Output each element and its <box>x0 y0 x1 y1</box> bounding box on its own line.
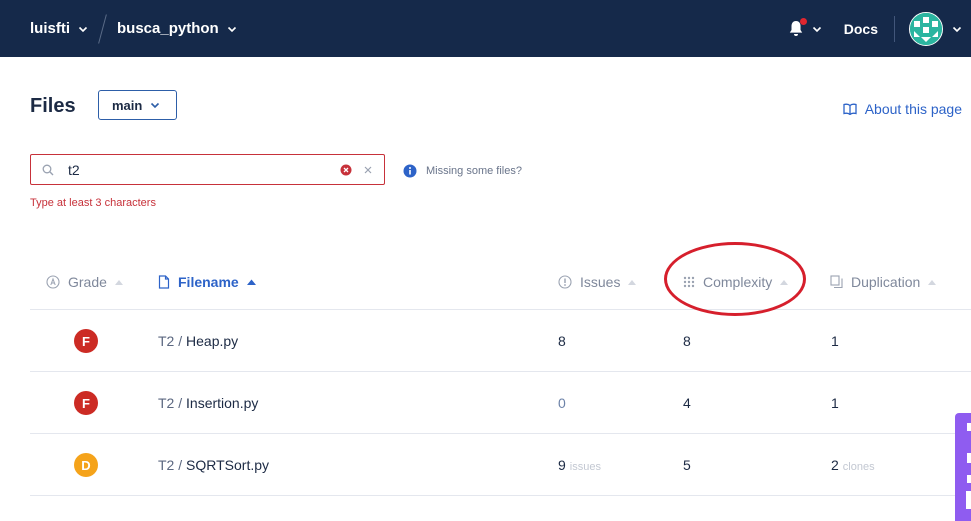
column-header-issues[interactable]: Issues <box>558 274 644 290</box>
issues-header-label: Issues <box>580 274 621 290</box>
folder-name: T2 <box>158 395 175 411</box>
table-header-divider <box>30 309 971 310</box>
organization-selector[interactable]: luisfti <box>30 20 88 37</box>
complexity-value: 8 <box>683 333 691 349</box>
path-separator: / <box>178 395 183 411</box>
folder-name: T2 <box>158 333 175 349</box>
file-path[interactable]: T2 / Heap.py <box>158 333 238 349</box>
filename-header-label: Filename <box>178 274 239 290</box>
search-value: t2 <box>68 162 80 178</box>
file-name: Heap.py <box>186 333 239 349</box>
topbar-divider <box>894 15 895 42</box>
annotation-highlight-circle <box>664 242 806 316</box>
complexity-value: 5 <box>683 457 691 473</box>
duplication-count[interactable]: 2 clones <box>831 457 875 473</box>
chevron-down-icon <box>78 26 88 32</box>
path-separator: / <box>178 457 183 473</box>
folder-name: T2 <box>158 457 175 473</box>
duplication-icon <box>830 275 843 289</box>
chevron-down-icon[interactable] <box>952 24 962 34</box>
file-name: Insertion.py <box>186 395 259 411</box>
file-search-input[interactable]: t2 <box>30 154 385 185</box>
about-this-page-label: About this page <box>864 101 962 117</box>
avatar-pattern-icon <box>910 12 942 45</box>
issues-number: 9 <box>558 457 566 473</box>
grade-badge: F <box>74 329 98 353</box>
column-header-grade[interactable]: Grade <box>46 274 131 290</box>
chevron-down-icon <box>151 102 160 109</box>
sort-icon <box>114 280 123 285</box>
duplication-count[interactable]: 1 <box>831 395 839 411</box>
sort-ascending-icon <box>246 279 256 285</box>
file-name: SQRTSort.py <box>186 457 270 473</box>
issues-count[interactable]: 8 <box>558 333 566 349</box>
duplication-header-label: Duplication <box>851 274 921 290</box>
user-avatar[interactable] <box>909 11 943 46</box>
grade-header-label: Grade <box>68 274 107 290</box>
chevron-down-icon <box>812 26 821 32</box>
docs-link[interactable]: Docs <box>844 21 878 37</box>
grade-icon <box>46 275 60 289</box>
notifications-button[interactable] <box>788 18 822 37</box>
issues-icon <box>558 275 572 289</box>
breadcrumb-divider <box>98 13 107 44</box>
complexity-value: 4 <box>683 395 691 411</box>
path-separator: / <box>178 333 183 349</box>
file-icon <box>158 275 170 289</box>
issues-count[interactable]: 9 issues <box>558 457 601 473</box>
branch-name: main <box>112 97 143 113</box>
feedback-side-tab[interactable] <box>955 413 971 521</box>
search-error-message: Type at least 3 characters <box>30 197 156 209</box>
missing-files-help[interactable]: Missing some files? <box>403 164 522 178</box>
row-divider <box>30 495 971 496</box>
issues-suffix: issues <box>569 461 601 473</box>
sort-icon <box>628 280 637 285</box>
info-icon <box>403 164 417 178</box>
column-header-filename[interactable]: Filename <box>158 274 264 290</box>
organization-name: luisfti <box>30 20 70 37</box>
file-path[interactable]: T2 / SQRTSort.py <box>158 457 269 473</box>
error-icon <box>340 164 352 176</box>
grade-badge: F <box>74 391 98 415</box>
file-path[interactable]: T2 / Insertion.py <box>158 395 258 411</box>
issues-count[interactable]: 0 <box>558 395 566 411</box>
duplication-number: 2 <box>831 457 839 473</box>
sort-icon <box>928 280 937 285</box>
top-navigation-bar: luisfti busca_python Docs <box>0 0 971 57</box>
row-divider <box>30 371 971 372</box>
row-divider <box>30 433 971 434</box>
duplication-count[interactable]: 1 <box>831 333 839 349</box>
notification-dot <box>799 18 807 25</box>
grade-badge: D <box>74 453 98 477</box>
project-selector[interactable]: busca_python <box>117 20 237 37</box>
book-icon <box>843 103 857 115</box>
missing-files-label: Missing some files? <box>426 165 522 177</box>
column-header-duplication[interactable]: Duplication <box>830 274 944 290</box>
clear-search-icon[interactable] <box>363 165 373 175</box>
duplication-suffix: clones <box>842 461 875 473</box>
about-this-page-link[interactable]: About this page <box>843 101 962 117</box>
search-icon <box>42 164 54 176</box>
chevron-down-icon <box>227 26 236 32</box>
branch-selector[interactable]: main <box>98 90 177 120</box>
page-title: Files <box>30 95 76 117</box>
project-name: busca_python <box>117 20 219 37</box>
